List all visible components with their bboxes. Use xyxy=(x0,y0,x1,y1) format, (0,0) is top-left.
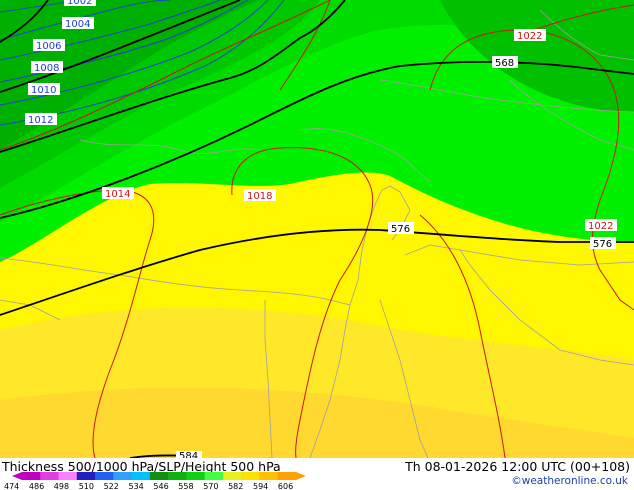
scale-tick-label: 474 xyxy=(4,482,19,490)
scale-swatch xyxy=(241,472,260,480)
color-scale: 474 486 498 510 522 534 546 558 570 582 594 606 xyxy=(4,472,306,490)
scale-swatch xyxy=(131,472,151,480)
slp-label-1022-east: 1022 xyxy=(588,221,613,232)
slp-label-1002: 1002 xyxy=(67,0,92,7)
scale-swatch xyxy=(222,472,242,480)
slp-label-1014: 1014 xyxy=(105,189,130,200)
slp-label-1018: 1018 xyxy=(247,191,272,202)
scale-swatch xyxy=(259,472,279,480)
slp-label-1008: 1008 xyxy=(34,63,59,74)
scale-tick-label: 510 xyxy=(79,482,94,490)
scale-swatch xyxy=(277,472,297,480)
scale-tick-label: 582 xyxy=(228,482,243,490)
height-label-584: 584 xyxy=(179,451,198,458)
scale-swatch xyxy=(22,472,41,480)
scale-swatch xyxy=(58,472,78,480)
scale-tick-label: 594 xyxy=(253,482,268,490)
credit-link[interactable]: ©weatheronline.co.uk xyxy=(511,475,628,487)
slp-label-1022-north: 1022 xyxy=(517,31,542,42)
scale-arrow-right xyxy=(296,472,306,480)
scale-tick-label: 606 xyxy=(278,482,293,490)
scale-swatch xyxy=(40,472,60,480)
scale-tick-label: 546 xyxy=(153,482,168,490)
scale-tick-label: 522 xyxy=(104,482,119,490)
height-label-576-east: 576 xyxy=(593,239,612,250)
scale-tick-label: 498 xyxy=(54,482,69,490)
slp-label-1004: 1004 xyxy=(65,19,90,30)
scale-arrow-left xyxy=(12,472,22,480)
scale-swatch xyxy=(149,472,169,480)
slp-label-1006: 1006 xyxy=(36,41,61,52)
slp-label-1012: 1012 xyxy=(28,115,53,126)
height-label-576-center: 576 xyxy=(391,224,410,235)
slp-label-1010: 1010 xyxy=(31,85,56,96)
scale-swatch xyxy=(76,472,96,480)
forecast-datetime: Th 08-01-2026 12:00 UTC (00+108) xyxy=(405,459,630,474)
scale-swatch xyxy=(204,472,224,480)
scale-swatch xyxy=(168,472,187,480)
scale-tick-label: 558 xyxy=(178,482,193,490)
weather-map: 1002 1004 1006 1008 1010 1012 1014 1018 … xyxy=(0,0,634,458)
scale-swatch xyxy=(113,472,133,480)
scale-swatch xyxy=(95,472,114,480)
footer-bar: Thickness 500/1000 hPa/SLP/Height 500 hP… xyxy=(0,458,634,490)
scale-swatch xyxy=(186,472,206,480)
height-label-568: 568 xyxy=(495,58,514,69)
scale-tick-label: 534 xyxy=(129,482,144,490)
scale-tick-label: 570 xyxy=(203,482,218,490)
scale-tick-label: 486 xyxy=(29,482,44,490)
